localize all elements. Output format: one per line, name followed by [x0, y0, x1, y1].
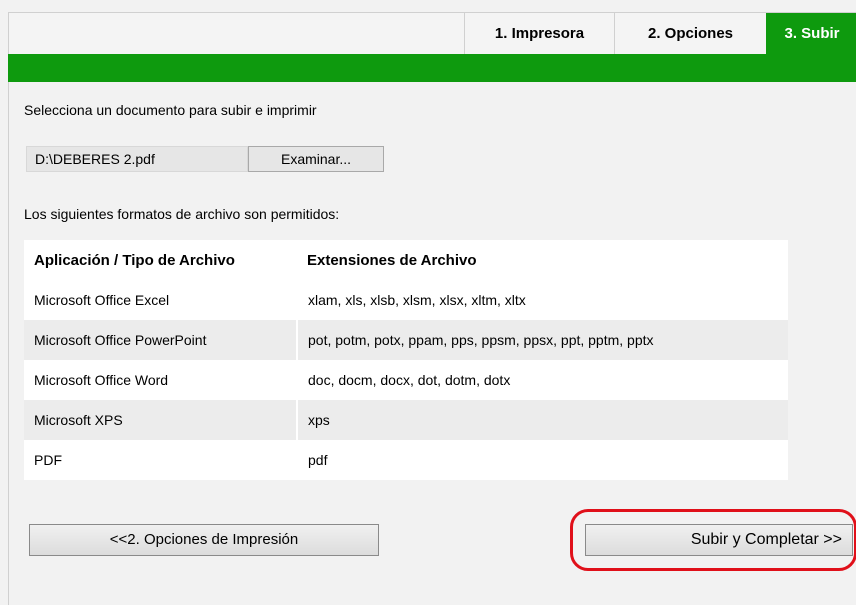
table-row: Microsoft XPS xps — [24, 400, 788, 440]
cell-application: Microsoft Office Word — [24, 360, 298, 400]
upload-and-complete-button[interactable]: Subir y Completar >> — [585, 524, 853, 556]
allowed-formats-label: Los siguientes formatos de archivo son p… — [24, 206, 340, 222]
column-header-application: Aplicación / Tipo de Archivo — [24, 240, 297, 280]
cell-application: Microsoft XPS — [24, 400, 298, 440]
table-header-row: Aplicación / Tipo de Archivo Extensiones… — [24, 240, 788, 280]
table-row: Microsoft Office Word doc, docm, docx, d… — [24, 360, 788, 400]
tab-options[interactable]: 2. Opciones — [614, 13, 766, 55]
tab-upload[interactable]: 3. Subir — [766, 13, 856, 55]
tab-printer[interactable]: 1. Impresora — [464, 13, 614, 55]
formats-table: Aplicación / Tipo de Archivo Extensiones… — [24, 240, 788, 480]
column-header-extensions: Extensiones de Archivo — [297, 240, 788, 280]
table-row: Microsoft Office Excel xlam, xls, xlsb, … — [24, 280, 788, 320]
cell-extensions: xlam, xls, xlsb, xlsm, xlsx, xltm, xltx — [297, 280, 788, 320]
cell-extensions: pot, potm, potx, ppam, pps, ppsm, ppsx, … — [297, 320, 788, 360]
cell-application: Microsoft Office PowerPoint — [24, 320, 298, 360]
table-row: Microsoft Office PowerPoint pot, potm, p… — [24, 320, 788, 360]
cell-application: Microsoft Office Excel — [24, 280, 298, 320]
cell-extensions: doc, docm, docx, dot, dotm, dotx — [297, 360, 788, 400]
file-path-field[interactable]: D:\DEBERES 2.pdf — [26, 146, 248, 172]
accent-bar — [8, 54, 856, 82]
back-to-print-options-button[interactable]: <<2. Opciones de Impresión — [29, 524, 379, 556]
wizard-tab-bar: 1. Impresora 2. Opciones 3. Subir — [8, 12, 856, 55]
browse-button[interactable]: Examinar... — [248, 146, 384, 172]
table-row: PDF pdf — [24, 440, 788, 480]
cell-extensions: pdf — [297, 440, 788, 480]
cell-extensions: xps — [297, 400, 788, 440]
cell-application: PDF — [24, 440, 298, 480]
upload-panel: Selecciona un documento para subir e imp… — [8, 82, 856, 605]
upload-instruction: Selecciona un documento para subir e imp… — [24, 102, 317, 118]
